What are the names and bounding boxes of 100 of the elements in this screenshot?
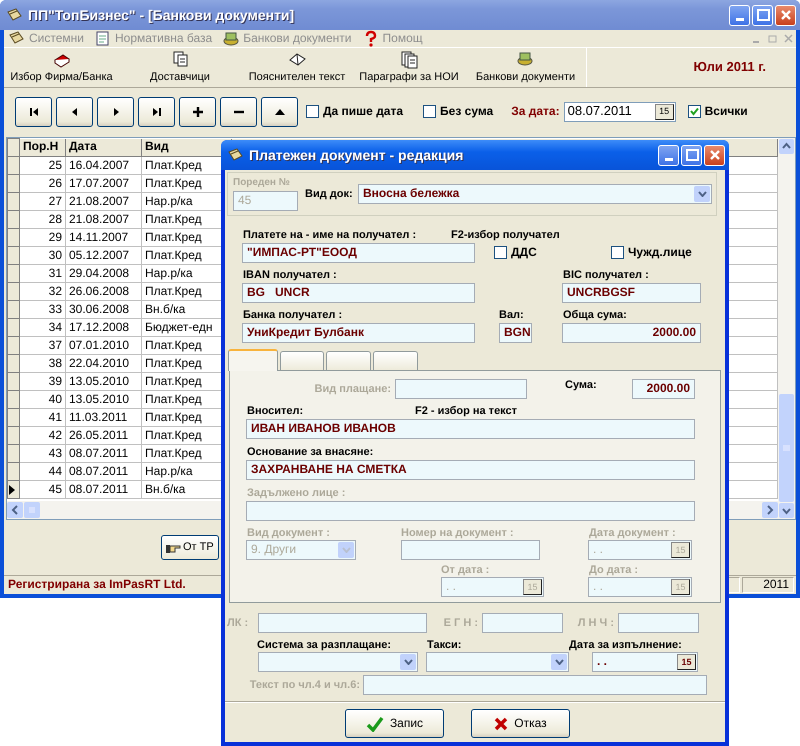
checkbox-label[interactable]: ДДС: [511, 246, 537, 260]
input-field[interactable]: BG UNCR: [242, 283, 475, 303]
field-label: BIC получател :: [563, 268, 649, 282]
checkbox[interactable]: [423, 104, 436, 118]
nav-button[interactable]: [56, 96, 93, 126]
toolbar-button[interactable]: Избор Фирма/Банка: [4, 48, 119, 87]
tab[interactable]: [326, 351, 371, 371]
input-field[interactable]: УниКредит Булбанк: [242, 323, 475, 343]
input-field[interactable]: [246, 501, 695, 521]
input-field[interactable]: "ИМПАС-РТ"ЕООД: [242, 243, 475, 263]
date-field[interactable]: 08.07.2011 15: [564, 102, 676, 122]
minimize-button[interactable]: [658, 144, 679, 166]
scroll-up-icon: [778, 138, 795, 155]
checkbox[interactable]: [306, 104, 319, 118]
maximize-button[interactable]: [752, 4, 773, 26]
input-field[interactable]: [401, 540, 540, 560]
column-header[interactable]: Вид: [142, 138, 232, 156]
field-label: ЛК :: [227, 616, 250, 630]
table-cell: 29.04.2008: [66, 264, 142, 282]
maximize-icon: [684, 148, 698, 162]
table-cell: 30.06.2008: [66, 300, 142, 318]
period-label: Юли 2011 г.: [586, 48, 796, 87]
input-field[interactable]: [395, 379, 527, 399]
input-field[interactable]: [618, 613, 699, 633]
dropdown[interactable]: [426, 652, 569, 672]
input-field[interactable]: [258, 613, 427, 633]
status-year: 2011: [742, 577, 794, 593]
table-cell: 37: [20, 336, 66, 354]
action-button[interactable]: От ТР: [161, 535, 219, 560]
nav-button[interactable]: [179, 96, 216, 126]
input-field[interactable]: ИВАН ИВАНОВ ИВАНОВ: [246, 419, 695, 439]
checkbox-label[interactable]: Всички: [704, 104, 748, 118]
scroll-icon: [6, 7, 24, 23]
input-field[interactable]: ЗАХРАНВАНЕ НА СМЕТКА: [246, 460, 695, 480]
calendar-button[interactable]: 15: [677, 654, 696, 670]
dropdown[interactable]: [258, 652, 418, 672]
input-field[interactable]: [482, 613, 563, 633]
minimize-button[interactable]: [729, 4, 750, 26]
checkbox[interactable]: [494, 246, 507, 260]
scroll-thumb-icon: [778, 394, 795, 502]
checkbox-label[interactable]: Чужд.лице: [628, 246, 692, 260]
input-field[interactable]: UNCRBGSF: [562, 283, 701, 303]
date-field[interactable]: . . 15: [592, 652, 698, 672]
table-cell: 22.04.2010: [66, 354, 142, 372]
field-label: Задължено лице :: [247, 486, 346, 500]
toolbar-button[interactable]: Доставчици: [119, 48, 241, 87]
cancel-button[interactable]: Отказ: [471, 709, 570, 738]
table-cell: 44: [20, 462, 66, 480]
input-field[interactable]: 2000.00: [562, 323, 701, 343]
input-field[interactable]: BGN: [499, 323, 532, 343]
table-cell: 45: [20, 480, 66, 498]
column-header[interactable]: Пор.Н: [20, 138, 66, 156]
close-button[interactable]: [704, 144, 725, 166]
row-header: [8, 138, 20, 156]
minimize-icon: [664, 158, 672, 160]
save-button[interactable]: Запис: [345, 709, 444, 738]
table-cell: 39: [20, 372, 66, 390]
status-text: Регистрирана за ImPasRT Ltd.: [7, 578, 186, 592]
field-label: Л Н Ч :: [576, 616, 615, 630]
maximize-button[interactable]: [681, 144, 702, 166]
nav-button[interactable]: [138, 96, 175, 126]
field-label: Вал:: [499, 308, 525, 322]
field-label: Вид документ :: [247, 526, 331, 540]
field-label: Вносител:: [247, 404, 304, 418]
close-button[interactable]: [775, 4, 796, 26]
tab[interactable]: [280, 351, 324, 371]
dropdown[interactable]: Вносна бележка: [358, 184, 712, 204]
scroll-icon: [227, 147, 245, 163]
table-cell: 13.05.2010: [66, 390, 142, 408]
toolbar-button[interactable]: Пояснителен текст: [241, 48, 353, 87]
calendar-button[interactable]: 15: [654, 104, 674, 120]
check-icon: [690, 106, 699, 116]
table-cell: 08.07.2011: [66, 444, 142, 462]
close-icon: [778, 8, 792, 22]
tab[interactable]: [228, 349, 278, 371]
table-cell: 29: [20, 228, 66, 246]
checkbox-label[interactable]: Да пише дата: [323, 104, 404, 118]
field-label: Дата за изпълнение:: [569, 638, 682, 652]
vertical-scrollbar[interactable]: [778, 138, 795, 519]
table-cell: 25: [20, 156, 66, 174]
table-cell: 31: [20, 264, 66, 282]
column-header[interactable]: Дата: [66, 138, 142, 156]
nav-button[interactable]: [15, 96, 52, 126]
nav-button[interactable]: [220, 96, 257, 126]
row-indicator[interactable]: [8, 480, 20, 498]
hint-label: F2 - избор на текст: [415, 404, 518, 418]
table-cell: 11.03.2011: [66, 408, 142, 426]
check-icon: [366, 716, 384, 732]
checkbox-label[interactable]: Без сума: [440, 104, 494, 118]
nav-button[interactable]: [97, 96, 134, 126]
field-label: IBAN получател :: [243, 268, 338, 282]
tab[interactable]: [373, 351, 418, 371]
input-field[interactable]: 2000.00: [632, 379, 695, 399]
field-label: От дата :: [441, 564, 490, 576]
toolbar-button[interactable]: Параграфи за НОИ: [353, 48, 465, 87]
input-field[interactable]: [363, 675, 707, 695]
checkbox[interactable]: [611, 246, 624, 260]
checkbox[interactable]: [688, 104, 701, 118]
nav-button[interactable]: [261, 96, 298, 126]
toolbar-button[interactable]: Банкови документи: [465, 48, 586, 87]
